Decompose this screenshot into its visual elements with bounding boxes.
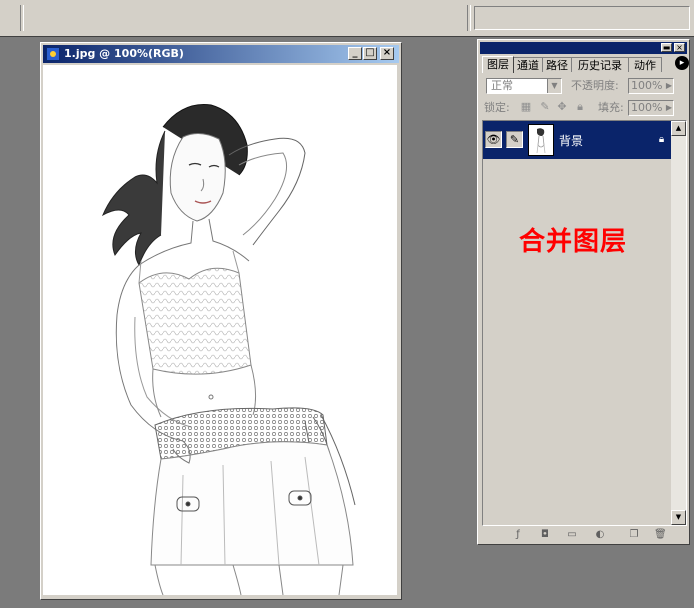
palette-bottom-bar: ƒ ◘ ▭ ◐ ❐ 🗑︎ bbox=[482, 528, 687, 542]
scroll-down-button[interactable]: ▼ bbox=[671, 510, 686, 525]
palette-title-bar[interactable]: ▬ × bbox=[480, 42, 687, 54]
mask-icon[interactable]: ◘ bbox=[539, 529, 551, 541]
tab-channels[interactable]: 通道 bbox=[513, 57, 543, 72]
trash-icon[interactable]: 🗑︎ bbox=[654, 529, 667, 541]
blend-row: 正常 ▼ 不透明度: 100% ▶ bbox=[482, 77, 687, 97]
layer-row[interactable]: 👁︎ ✎ 背景 🔒︎ bbox=[483, 121, 672, 159]
layers-scrollbar[interactable]: ▲ ▼ bbox=[671, 121, 686, 525]
brush-icon[interactable]: ✎ bbox=[506, 131, 523, 148]
scroll-up-button[interactable]: ▲ bbox=[671, 121, 686, 136]
layers-list: 👁︎ ✎ 背景 🔒︎ 合并图层 ▲ ▼ bbox=[482, 120, 687, 526]
tab-history[interactable]: 历史记录 bbox=[571, 57, 629, 72]
layers-palette: ▬ × 图层 通道 路径 历史记录 动作 ▸ 正常 ▼ 不透明度: 100% ▶… bbox=[477, 39, 690, 545]
options-separator bbox=[20, 5, 24, 31]
eye-icon[interactable]: 👁︎ bbox=[485, 131, 502, 148]
fill-value: 100% bbox=[631, 101, 663, 114]
layer-thumbnail bbox=[528, 124, 554, 156]
opacity-field[interactable]: 100% ▶ bbox=[628, 78, 674, 94]
blend-mode-select[interactable]: 正常 ▼ bbox=[486, 78, 562, 94]
palette-minimize-button[interactable]: ▬ bbox=[661, 43, 672, 52]
tab-actions[interactable]: 动作 bbox=[628, 57, 662, 72]
options-separator bbox=[467, 5, 471, 31]
annotation-text: 合并图层 bbox=[519, 227, 628, 257]
adjustment-layer-icon[interactable]: ◐ bbox=[594, 529, 606, 541]
maximize-button[interactable]: □ bbox=[363, 47, 377, 60]
minimize-button[interactable]: _ bbox=[348, 47, 362, 60]
slider-arrow-icon: ▶ bbox=[665, 81, 672, 90]
lock-position-icon[interactable]: ✥ bbox=[556, 101, 568, 113]
lock-row: 锁定: ▦ ✎ ✥ 🔒︎ 填充: 100% ▶ bbox=[482, 99, 687, 119]
layer-name: 背景 bbox=[559, 134, 584, 148]
opacity-label: 不透明度: bbox=[571, 79, 619, 92]
options-bar bbox=[0, 0, 694, 37]
fill-label: 填充: bbox=[598, 101, 624, 114]
blend-mode-value: 正常 bbox=[491, 79, 513, 92]
fill-field[interactable]: 100% ▶ bbox=[628, 100, 674, 116]
lock-label: 锁定: bbox=[484, 101, 510, 114]
lock-transparency-icon[interactable]: ▦ bbox=[520, 101, 532, 113]
chevron-down-icon: ▼ bbox=[547, 79, 561, 93]
opacity-value: 100% bbox=[631, 79, 663, 92]
photoshop-document-icon bbox=[46, 47, 60, 61]
new-set-icon[interactable]: ▭ bbox=[566, 529, 578, 541]
lock-all-icon[interactable]: 🔒︎ bbox=[574, 101, 586, 113]
document-title: 1.jpg @ 100%(RGB) bbox=[64, 47, 184, 60]
lock-icon: 🔒︎ bbox=[658, 134, 665, 145]
document-title-bar[interactable]: 1.jpg @ 100%(RGB) _ □ × bbox=[43, 45, 399, 63]
layer-style-icon[interactable]: ƒ bbox=[512, 529, 524, 541]
image-canvas[interactable] bbox=[43, 65, 397, 595]
palette-close-button[interactable]: × bbox=[674, 43, 685, 52]
close-button[interactable]: × bbox=[380, 47, 394, 60]
new-layer-icon[interactable]: ❐ bbox=[628, 529, 640, 541]
palette-well[interactable] bbox=[474, 6, 690, 30]
tab-layers[interactable]: 图层 bbox=[482, 56, 514, 73]
document-window: 1.jpg @ 100%(RGB) _ □ × bbox=[40, 42, 402, 600]
slider-arrow-icon: ▶ bbox=[665, 103, 672, 112]
tab-paths[interactable]: 路径 bbox=[542, 57, 572, 72]
pencil-sketch-image bbox=[101, 103, 356, 595]
palette-tabs: 图层 通道 路径 历史记录 动作 ▸ bbox=[482, 56, 689, 73]
palette-menu-icon[interactable]: ▸ bbox=[675, 56, 689, 70]
lock-image-icon[interactable]: ✎ bbox=[539, 101, 551, 113]
